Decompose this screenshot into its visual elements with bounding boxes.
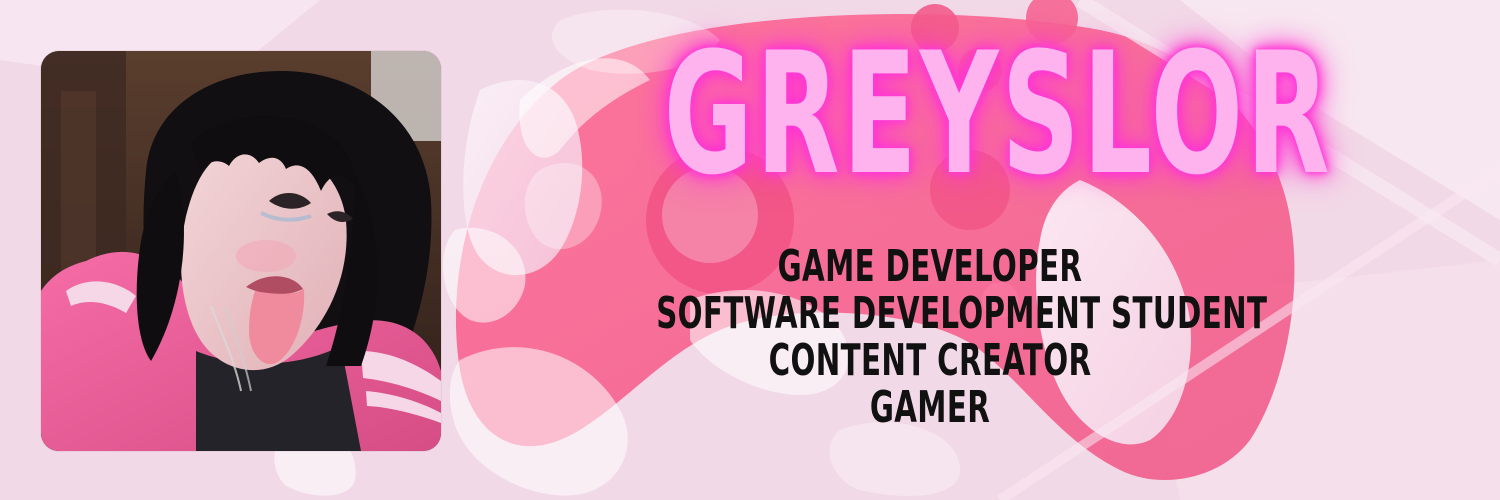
role-software-development-student: SOFTWARE DEVELOPMENT STUDENT: [656, 288, 1268, 339]
role-content-creator: CONTENT CREATOR: [768, 335, 1092, 386]
role-gamer: GAMER: [869, 382, 991, 433]
channel-title: GREYSLOR: [663, 16, 1333, 212]
profile-photo-icon: [41, 51, 441, 451]
profile-photo: [41, 51, 441, 451]
role-list: GAME DEVELOPER SOFTWARE DEVELOPMENT STUD…: [560, 243, 1300, 431]
profile-banner: GREYSLOR GAME DEVELOPER SOFTWARE DEVELOP…: [0, 0, 1500, 500]
role-game-developer: GAME DEVELOPER: [777, 241, 1083, 292]
